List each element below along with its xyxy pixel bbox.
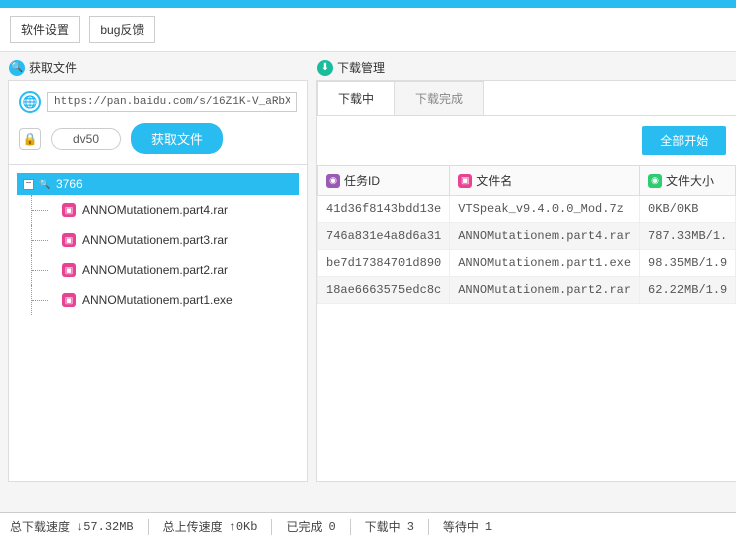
collapse-icon[interactable]: −	[23, 179, 34, 190]
name-icon: ▣	[458, 174, 472, 188]
tree-item[interactable]: ▣ ANNOMutationem.part1.exe	[31, 285, 299, 315]
fetch-panel-title: 🔍 获取文件	[9, 59, 77, 76]
file-icon: ▣	[62, 203, 76, 217]
tree-item[interactable]: ▣ ANNOMutationem.part2.rar	[31, 255, 299, 285]
tree-item[interactable]: ▣ ANNOMutationem.part3.rar	[31, 225, 299, 255]
globe-icon: 🌐	[19, 91, 41, 113]
download-panel: ⬇ 下载管理 下载中 下载完成 全部开始 ◉任务ID ▣文件名 ◉文件大小 41…	[316, 80, 736, 482]
file-icon: ▣	[62, 263, 76, 277]
tab-completed[interactable]: 下载完成	[394, 81, 484, 115]
tree-item[interactable]: ▣ ANNOMutationem.part4.rar	[31, 195, 299, 225]
table-row[interactable]: 41d36f8143bdd13eVTSpeak_v9.4.0.0_Mod.7z0…	[318, 196, 736, 223]
window-titlebar	[0, 0, 736, 8]
done-value: 0	[328, 520, 335, 534]
download-table: ◉任务ID ▣文件名 ◉文件大小 41d36f8143bdd13eVTSpeak…	[317, 165, 736, 304]
code-input[interactable]	[51, 128, 121, 150]
dl-speed-label: 总下载速度	[10, 518, 70, 535]
tree-item-label: ANNOMutationem.part3.rar	[82, 233, 228, 247]
file-tree: − 🔍 3766 ▣ ANNOMutationem.part4.rar ▣ ANNO…	[9, 164, 307, 481]
toolbar: 软件设置 bug反馈	[0, 8, 736, 52]
folder-icon: 🔍	[38, 177, 52, 191]
settings-button[interactable]: 软件设置	[10, 16, 80, 43]
tree-root[interactable]: − 🔍 3766	[17, 173, 299, 195]
file-icon: ▣	[62, 233, 76, 247]
id-icon: ◉	[326, 174, 340, 188]
download-panel-title: ⬇ 下载管理	[317, 59, 385, 76]
col-filesize[interactable]: ◉文件大小	[640, 166, 736, 196]
file-icon: ▣	[62, 293, 76, 307]
col-task-id[interactable]: ◉任务ID	[318, 166, 450, 196]
ul-speed-value: ↑0Kb	[229, 520, 258, 534]
download-icon: ⬇	[317, 60, 333, 76]
size-icon: ◉	[648, 174, 662, 188]
done-label: 已完成	[286, 518, 322, 535]
fetch-panel: 🔍 获取文件 🌐 🔒 获取文件 − 🔍 3766 ▣ANNOMutationem…	[8, 80, 308, 482]
bug-button[interactable]: bug反馈	[89, 16, 155, 43]
tree-item-label: ANNOMutationem.part4.rar	[82, 203, 228, 217]
statusbar: 总下载速度 ↓57.32MB 总上传速度 ↑0Kb 已完成 0 下载中 3 等待…	[0, 512, 736, 540]
tree-root-label: 3766	[56, 177, 83, 191]
dl-speed-value: ↓57.32MB	[76, 520, 134, 534]
url-input[interactable]	[47, 92, 297, 112]
downloading-value: 3	[407, 520, 414, 534]
search-icon: 🔍	[9, 60, 25, 76]
col-filename[interactable]: ▣文件名	[450, 166, 640, 196]
waiting-value: 1	[485, 520, 492, 534]
ul-speed-label: 总上传速度	[163, 518, 223, 535]
table-row[interactable]: 746a831e4a8d6a31ANNOMutationem.part4.rar…	[318, 223, 736, 250]
fetch-button[interactable]: 获取文件	[131, 123, 223, 154]
table-row[interactable]: be7d17384701d890ANNOMutationem.part1.exe…	[318, 250, 736, 277]
waiting-label: 等待中	[443, 518, 479, 535]
tree-item-label: ANNOMutationem.part2.rar	[82, 263, 228, 277]
tree-item-label: ANNOMutationem.part1.exe	[82, 293, 233, 307]
start-all-button[interactable]: 全部开始	[642, 126, 726, 155]
tabs: 下载中 下载完成	[317, 81, 736, 116]
tab-downloading[interactable]: 下载中	[317, 81, 395, 115]
downloading-label: 下载中	[365, 518, 401, 535]
table-row[interactable]: 18ae6663575edc8cANNOMutationem.part2.rar…	[318, 277, 736, 304]
download-panel-title-text: 下载管理	[337, 59, 385, 76]
fetch-panel-title-text: 获取文件	[29, 59, 77, 76]
lock-icon: 🔒	[19, 128, 41, 150]
